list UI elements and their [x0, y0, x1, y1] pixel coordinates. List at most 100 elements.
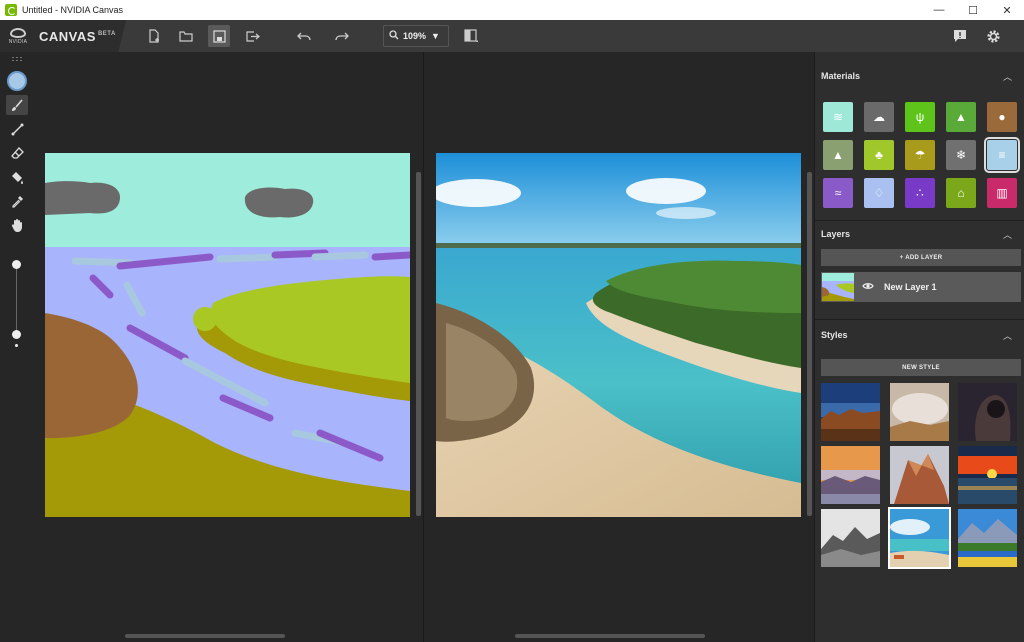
fill-tool[interactable]: [6, 167, 28, 187]
section-divider: [815, 319, 1024, 320]
segmentation-canvas[interactable]: [45, 153, 410, 517]
rain-icon: ♢: [873, 186, 885, 200]
brand: NVIDIA CANVAS BETA: [0, 20, 126, 52]
stone-wall-icon: ⌂: [957, 186, 965, 200]
right-panel: Materials ︿ ≋ ☁ ψ ▲ ● ▲ ♣ ☂ ❄ ≡ ≈ ♢ ∴ ⌂ ▥ Layers ︿ + A…: [814, 52, 1024, 642]
material-swatch[interactable]: ≋: [823, 102, 853, 132]
right-canvas-horizontal-scrollbar[interactable]: [515, 634, 705, 638]
sea-icon: ≈: [834, 186, 842, 200]
left-canvas-horizontal-scrollbar[interactable]: [125, 634, 285, 638]
search-icon: [389, 30, 399, 42]
beach-icon: ☂: [914, 148, 926, 162]
maximize-button[interactable]: ☐: [956, 0, 990, 20]
material-swatch[interactable]: ≈: [823, 178, 853, 208]
window-title: Untitled - NVIDIA Canvas: [22, 5, 124, 15]
split-view-icon: [463, 29, 478, 42]
material-swatch[interactable]: ☂: [905, 140, 935, 170]
canvas-divider[interactable]: [423, 52, 424, 642]
add-layer-button[interactable]: + ADD LAYER: [821, 249, 1021, 266]
building-icon: ▥: [996, 186, 1008, 200]
material-swatch[interactable]: ▥: [987, 178, 1017, 208]
grip-icon[interactable]: [11, 56, 22, 62]
open-file-button[interactable]: [175, 25, 197, 47]
new-file-button[interactable]: [143, 25, 165, 47]
style-thumbnail[interactable]: [821, 383, 880, 441]
redo-button[interactable]: [330, 25, 352, 47]
export-icon: [245, 30, 260, 42]
style-thumbnail[interactable]: [821, 509, 880, 567]
save-button[interactable]: [208, 25, 230, 47]
eraser-icon: [10, 146, 24, 159]
style-thumbnail-selected[interactable]: [888, 507, 951, 569]
eyedropper-tool[interactable]: [6, 191, 28, 211]
materials-collapse-icon[interactable]: ︿: [1003, 70, 1012, 83]
feedback-button[interactable]: [949, 25, 971, 47]
tree-icon: ♣: [875, 148, 883, 162]
gear-icon: [986, 29, 1000, 43]
style-thumbnail[interactable]: [821, 446, 880, 504]
water-icon: ≡: [998, 148, 1006, 162]
brush-size-handle[interactable]: [12, 330, 21, 339]
layer-name: New Layer 1: [884, 282, 937, 292]
eyedropper-icon: [11, 195, 23, 208]
active-material-swatch[interactable]: [7, 71, 27, 91]
material-swatch[interactable]: ⌂: [946, 178, 976, 208]
folder-icon: [178, 30, 193, 42]
layers-collapse-icon[interactable]: ︿: [1003, 228, 1012, 241]
material-swatch[interactable]: ψ: [905, 102, 935, 132]
window-controls: — ☐ ✕: [922, 0, 1024, 20]
beta-badge: BETA: [97, 31, 116, 38]
brush-size-max-handle[interactable]: [12, 260, 21, 269]
line-tool[interactable]: [6, 119, 28, 139]
undo-button[interactable]: [293, 25, 315, 47]
eraser-tool[interactable]: [6, 143, 28, 163]
material-swatch[interactable]: ▲: [823, 140, 853, 170]
toolbar: NVIDIA CANVAS BETA 109% ▼: [0, 20, 1024, 52]
material-swatch[interactable]: ♣: [864, 140, 894, 170]
material-swatch[interactable]: ☁: [864, 102, 894, 132]
close-button[interactable]: ✕: [990, 0, 1024, 20]
redo-icon: [334, 32, 349, 40]
new-style-button[interactable]: NEW STYLE: [821, 359, 1021, 376]
save-icon: [212, 29, 226, 43]
settings-button[interactable]: [982, 25, 1004, 47]
material-swatch[interactable]: ♢: [864, 178, 894, 208]
right-canvas-vertical-scrollbar[interactable]: [807, 172, 812, 516]
layers-header: Layers: [821, 229, 851, 239]
left-canvas-vertical-scrollbar[interactable]: [416, 172, 421, 516]
style-thumbnail[interactable]: [890, 446, 949, 504]
paint-bucket-icon: [11, 171, 23, 184]
brush-icon: [11, 98, 23, 111]
cloud-icon: ☁: [873, 110, 885, 124]
styles-collapse-icon[interactable]: ︿: [1003, 329, 1012, 342]
app-icon: [5, 4, 17, 16]
material-swatch[interactable]: ∴: [905, 178, 935, 208]
eye-icon[interactable]: [854, 282, 882, 293]
mountain-icon: ▲: [832, 148, 844, 162]
style-thumbnail[interactable]: [890, 383, 949, 441]
hand-icon: [11, 219, 22, 232]
layer-item[interactable]: New Layer 1: [821, 272, 1021, 302]
material-swatch[interactable]: ●: [987, 102, 1017, 132]
brush-tool[interactable]: [6, 95, 28, 115]
material-swatch[interactable]: ▲: [946, 102, 976, 132]
zoom-select[interactable]: 109% ▼: [383, 25, 449, 47]
material-swatch[interactable]: ≡: [984, 137, 1020, 173]
minimize-button[interactable]: —: [922, 0, 956, 20]
layer-thumbnail: [822, 273, 854, 301]
compare-view-button[interactable]: [460, 25, 482, 47]
export-button[interactable]: [241, 25, 263, 47]
dirt-icon: ●: [998, 110, 1006, 124]
style-thumbnail[interactable]: [958, 446, 1017, 504]
nvidia-logo: NVIDIA: [7, 25, 29, 47]
grass-icon: ψ: [915, 110, 925, 124]
brush-size-slider-track[interactable]: [16, 264, 17, 334]
material-swatch[interactable]: ❄: [946, 140, 976, 170]
style-thumbnail[interactable]: [958, 383, 1017, 441]
undo-icon: [296, 32, 311, 40]
chevron-down-icon: ▼: [431, 31, 440, 41]
workspace: [33, 52, 814, 642]
hill-icon: ▲: [955, 110, 967, 124]
style-thumbnail[interactable]: [958, 509, 1017, 567]
pan-tool[interactable]: [6, 215, 28, 235]
